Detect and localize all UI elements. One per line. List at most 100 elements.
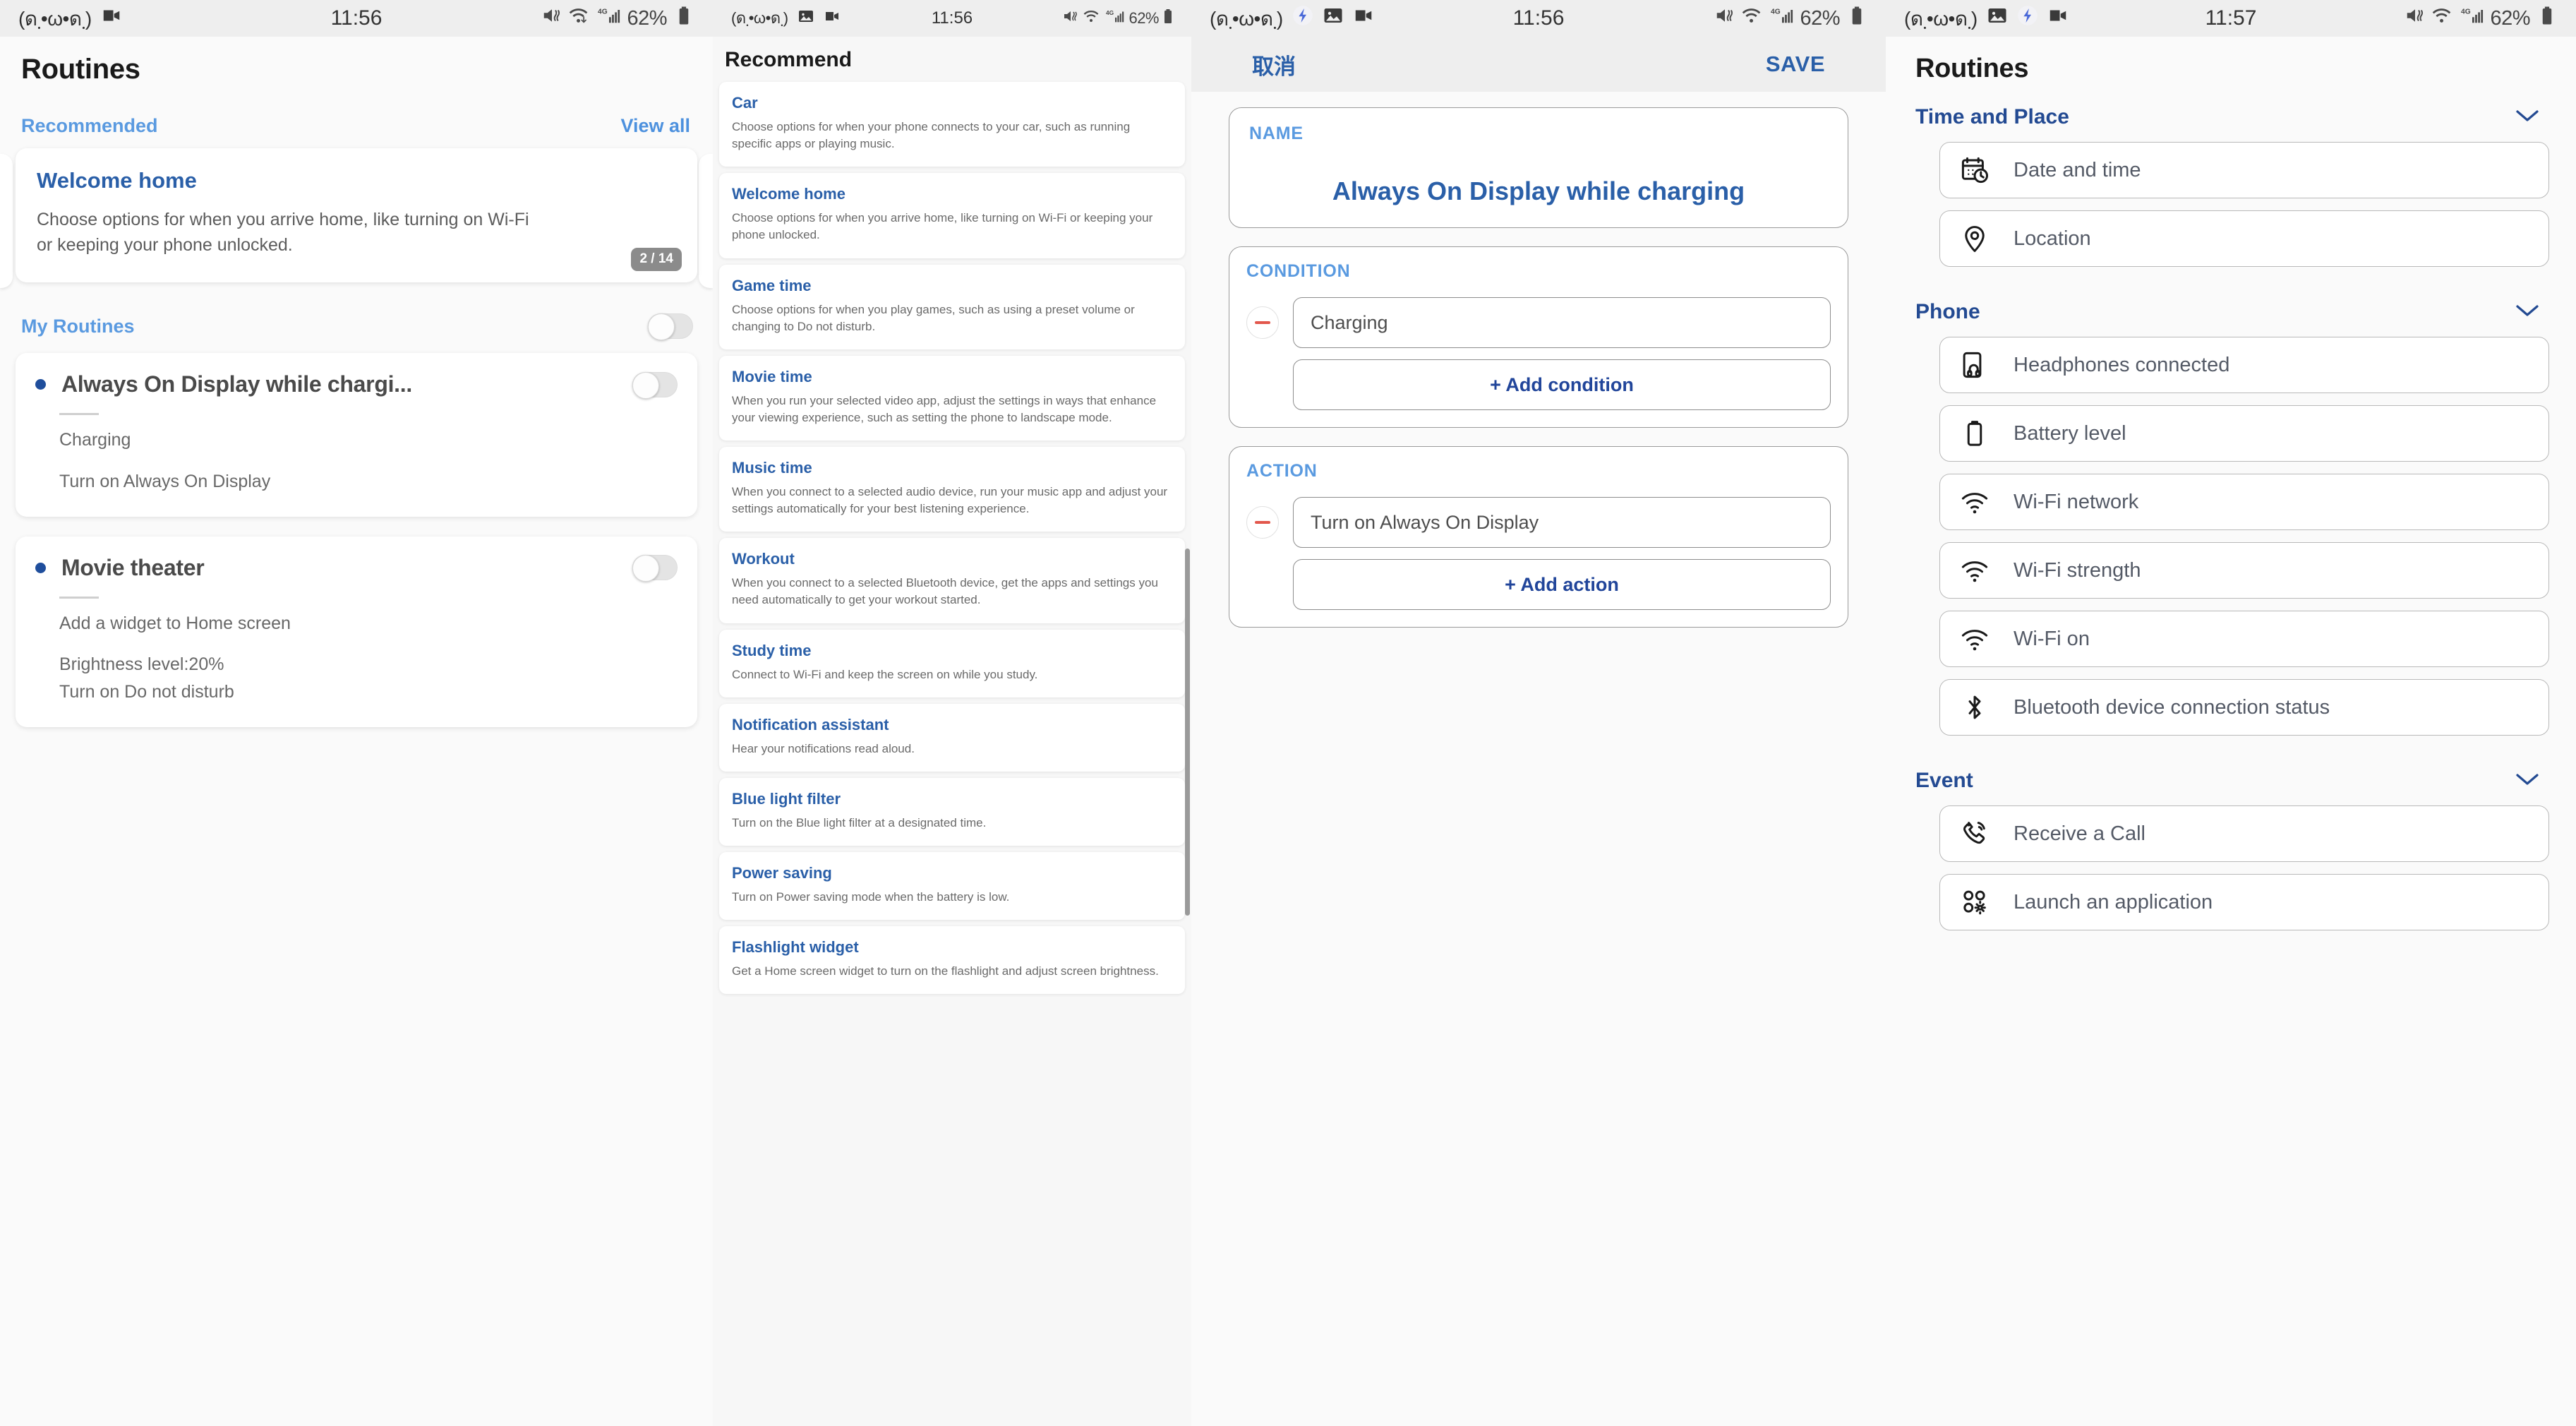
recommend-card[interactable]: Blue light filter Turn on the Blue light … bbox=[719, 777, 1185, 846]
recommend-card[interactable]: Flashlight widget Get a Home screen widge… bbox=[719, 926, 1185, 995]
condition-item-label: Bluetooth device connection status bbox=[2014, 695, 2330, 719]
recommended-card[interactable]: Welcome home Choose options for when you… bbox=[16, 148, 697, 282]
recommend-card[interactable]: Game time Choose options for when you pla… bbox=[719, 264, 1185, 349]
condition-value[interactable]: Charging bbox=[1293, 297, 1831, 348]
condition-item[interactable]: Wi-Fi on bbox=[1939, 611, 2549, 667]
condition-group: Time and Place Date and time Location bbox=[1913, 84, 2549, 267]
recommend-card-title: Car bbox=[732, 94, 758, 112]
routine-action-text: Add a widget to Home screen bbox=[59, 613, 291, 633]
minus-icon bbox=[1255, 521, 1270, 524]
apps-gear-icon bbox=[1958, 886, 1991, 918]
battery-percent-label: 62% bbox=[627, 6, 667, 30]
image-icon bbox=[1323, 5, 1344, 32]
condition-item[interactable]: Wi-Fi network bbox=[1939, 474, 2549, 530]
recommend-card-description: Choose options for when you play games, … bbox=[732, 302, 1135, 333]
recommend-card-title: Flashlight widget bbox=[732, 938, 859, 956]
condition-group-header[interactable]: Event bbox=[1913, 748, 2549, 805]
routine-name: Always On Display while chargi... bbox=[61, 371, 412, 397]
recommend-card-title: Workout bbox=[732, 550, 795, 568]
routines-app-icon bbox=[2017, 5, 2038, 32]
recommend-card-title: Movie time bbox=[732, 367, 812, 385]
recommend-card[interactable]: Power saving Turn on Power saving mode wh… bbox=[719, 851, 1185, 920]
recommend-card[interactable]: Car Choose options for when your phone co… bbox=[719, 82, 1185, 167]
condition-item[interactable]: Wi-Fi strength bbox=[1939, 542, 2549, 599]
carousel-peek-right[interactable] bbox=[699, 154, 713, 288]
condition-item[interactable]: Location bbox=[1939, 210, 2549, 267]
routine-toggle[interactable] bbox=[632, 555, 678, 582]
condition-item[interactable]: Receive a Call bbox=[1939, 805, 2549, 862]
screenshot-strip: (ด຺•ω•ด຺) 11:56 4G 62% Routines Recommen… bbox=[0, 0, 2576, 1426]
condition-group-title: Phone bbox=[1915, 300, 1980, 323]
add-condition-button[interactable]: + Add condition bbox=[1293, 359, 1831, 410]
recommended-carousel[interactable]: Welcome home Choose options for when you… bbox=[0, 148, 713, 288]
mute-vibrate-icon bbox=[541, 5, 562, 32]
recommend-card[interactable]: Workout When you connect to a selected Bl… bbox=[719, 538, 1185, 623]
chevron-down-icon[interactable] bbox=[2515, 304, 2539, 321]
add-action-button[interactable]: + Add action bbox=[1293, 559, 1831, 610]
carousel-peek-left[interactable] bbox=[0, 154, 13, 288]
routine-action-text: Brightness level:20% bbox=[59, 654, 224, 675]
name-field-box[interactable]: NAME Always On Display while charging bbox=[1229, 107, 1848, 228]
condition-item[interactable]: Bluetooth device connection status bbox=[1939, 679, 2549, 736]
svg-text:4G: 4G bbox=[598, 8, 608, 16]
condition-group-title: Event bbox=[1915, 769, 1973, 792]
recommend-card-description: Choose options for when your phone conne… bbox=[732, 120, 1131, 151]
routine-card-always-on-display[interactable]: Always On Display while chargi... Chargi… bbox=[16, 353, 697, 517]
routine-status-dot-icon bbox=[35, 562, 46, 573]
condition-item-label: Date and time bbox=[2014, 158, 2141, 181]
remove-action-button[interactable] bbox=[1246, 506, 1279, 539]
condition-item-label: Headphones connected bbox=[2014, 353, 2230, 376]
view-all-link[interactable]: View all bbox=[620, 115, 690, 137]
svg-text:4G: 4G bbox=[1771, 8, 1781, 16]
condition-item-label: Wi-Fi strength bbox=[2014, 558, 2141, 582]
status-bar-left: (ด຺•ω•ด຺) bbox=[18, 2, 122, 35]
condition-item-label: Wi-Fi on bbox=[2014, 627, 2090, 650]
scrollbar-thumb[interactable] bbox=[1185, 549, 1190, 916]
action-row: Turn on Always On Display bbox=[1246, 497, 1831, 548]
status-bar: (ด຺•ω•ด຺) 11:57 4G 62% bbox=[1886, 0, 2576, 37]
routine-card-movie-theater[interactable]: Movie theater Add a widget to Home scree… bbox=[16, 536, 697, 727]
condition-item-label: Launch an application bbox=[2014, 890, 2213, 913]
recommend-card-description: Get a Home screen widget to turn on the … bbox=[732, 964, 1159, 978]
condition-group-header[interactable]: Time and Place bbox=[1913, 84, 2549, 142]
recommend-card-title: Blue light filter bbox=[732, 789, 841, 808]
save-button[interactable]: SAVE bbox=[1766, 52, 1825, 77]
recommend-card[interactable]: Welcome home Choose options for when you … bbox=[719, 173, 1185, 258]
image-icon bbox=[798, 6, 814, 30]
routine-action-text: Turn on Do not disturb bbox=[59, 682, 234, 702]
recommend-card[interactable]: Notification assistant Hear your notifica… bbox=[719, 703, 1185, 772]
wifi-transfer-icon bbox=[2432, 4, 2455, 32]
recommended-label: Recommended bbox=[21, 115, 158, 136]
condition-item[interactable]: Headphones connected bbox=[1939, 337, 2549, 393]
chevron-down-icon[interactable] bbox=[2515, 772, 2539, 790]
condition-group: Event Receive a Call Launch an application bbox=[1913, 748, 2549, 930]
my-routines-master-toggle[interactable] bbox=[648, 313, 693, 340]
name-field-value: Always On Display while charging bbox=[1332, 176, 1745, 205]
status-bar: (ด຺•ω•ด຺) 11:56 4G 62% bbox=[713, 0, 1191, 37]
signal-4g-icon: 4G bbox=[2461, 4, 2484, 32]
chevron-down-icon[interactable] bbox=[2515, 109, 2539, 126]
condition-group-header[interactable]: Phone bbox=[1913, 279, 2549, 337]
page-title: Recommend bbox=[725, 48, 853, 71]
recommend-card[interactable]: Movie time When you run your selected vid… bbox=[719, 355, 1185, 441]
action-value[interactable]: Turn on Always On Display bbox=[1293, 497, 1831, 548]
remove-condition-button[interactable] bbox=[1246, 306, 1279, 339]
routine-toggle[interactable] bbox=[632, 371, 678, 399]
phone-screen-condition-picker: (ด຺•ω•ด຺) 11:57 4G 62% Routines Time and… bbox=[1886, 0, 2576, 1426]
recommend-card[interactable]: Music time When you connect to a selected… bbox=[719, 447, 1185, 532]
svg-text:4G: 4G bbox=[1106, 9, 1114, 16]
cancel-button[interactable]: 取消 bbox=[1252, 49, 1296, 80]
condition-item-label: Wi-Fi network bbox=[2014, 490, 2139, 513]
signal-4g-icon: 4G bbox=[598, 4, 620, 32]
recommend-card[interactable]: Study time Connect to Wi-Fi and keep the … bbox=[719, 629, 1185, 697]
condition-item[interactable]: Launch an application bbox=[1939, 874, 2549, 930]
condition-group: Phone Headphones connected Battery level Wi… bbox=[1913, 279, 2549, 736]
routine-action-text: Turn on Always On Display bbox=[59, 471, 271, 491]
video-camera-icon bbox=[2047, 5, 2069, 32]
condition-item[interactable]: Battery level bbox=[1939, 405, 2549, 462]
recommend-card-title: Game time bbox=[732, 276, 812, 294]
emoticon-status-text: (ด຺•ω•ด຺) bbox=[1904, 8, 1978, 30]
image-icon bbox=[1987, 5, 2008, 32]
condition-item[interactable]: Date and time bbox=[1939, 142, 2549, 198]
my-routines-header: My Routines bbox=[16, 282, 697, 353]
